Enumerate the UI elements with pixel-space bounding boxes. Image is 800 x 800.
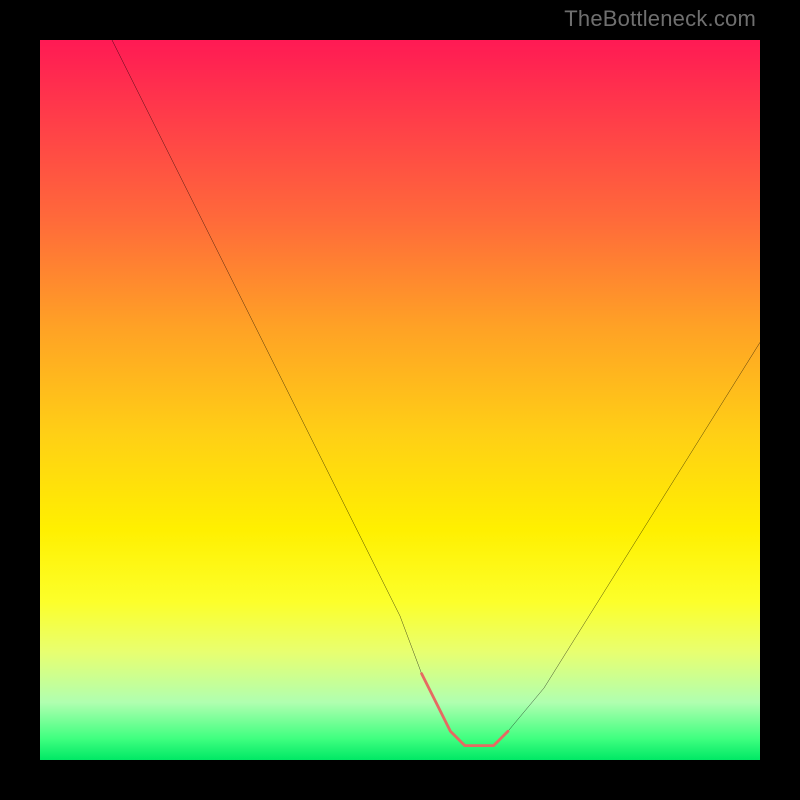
bottleneck-curve-path [112, 40, 760, 746]
curve-layer [40, 40, 760, 760]
sweet-spot-band-path [422, 674, 508, 746]
plot-area [40, 40, 760, 760]
chart-frame: TheBottleneck.com [0, 0, 800, 800]
watermark-text: TheBottleneck.com [564, 6, 756, 32]
